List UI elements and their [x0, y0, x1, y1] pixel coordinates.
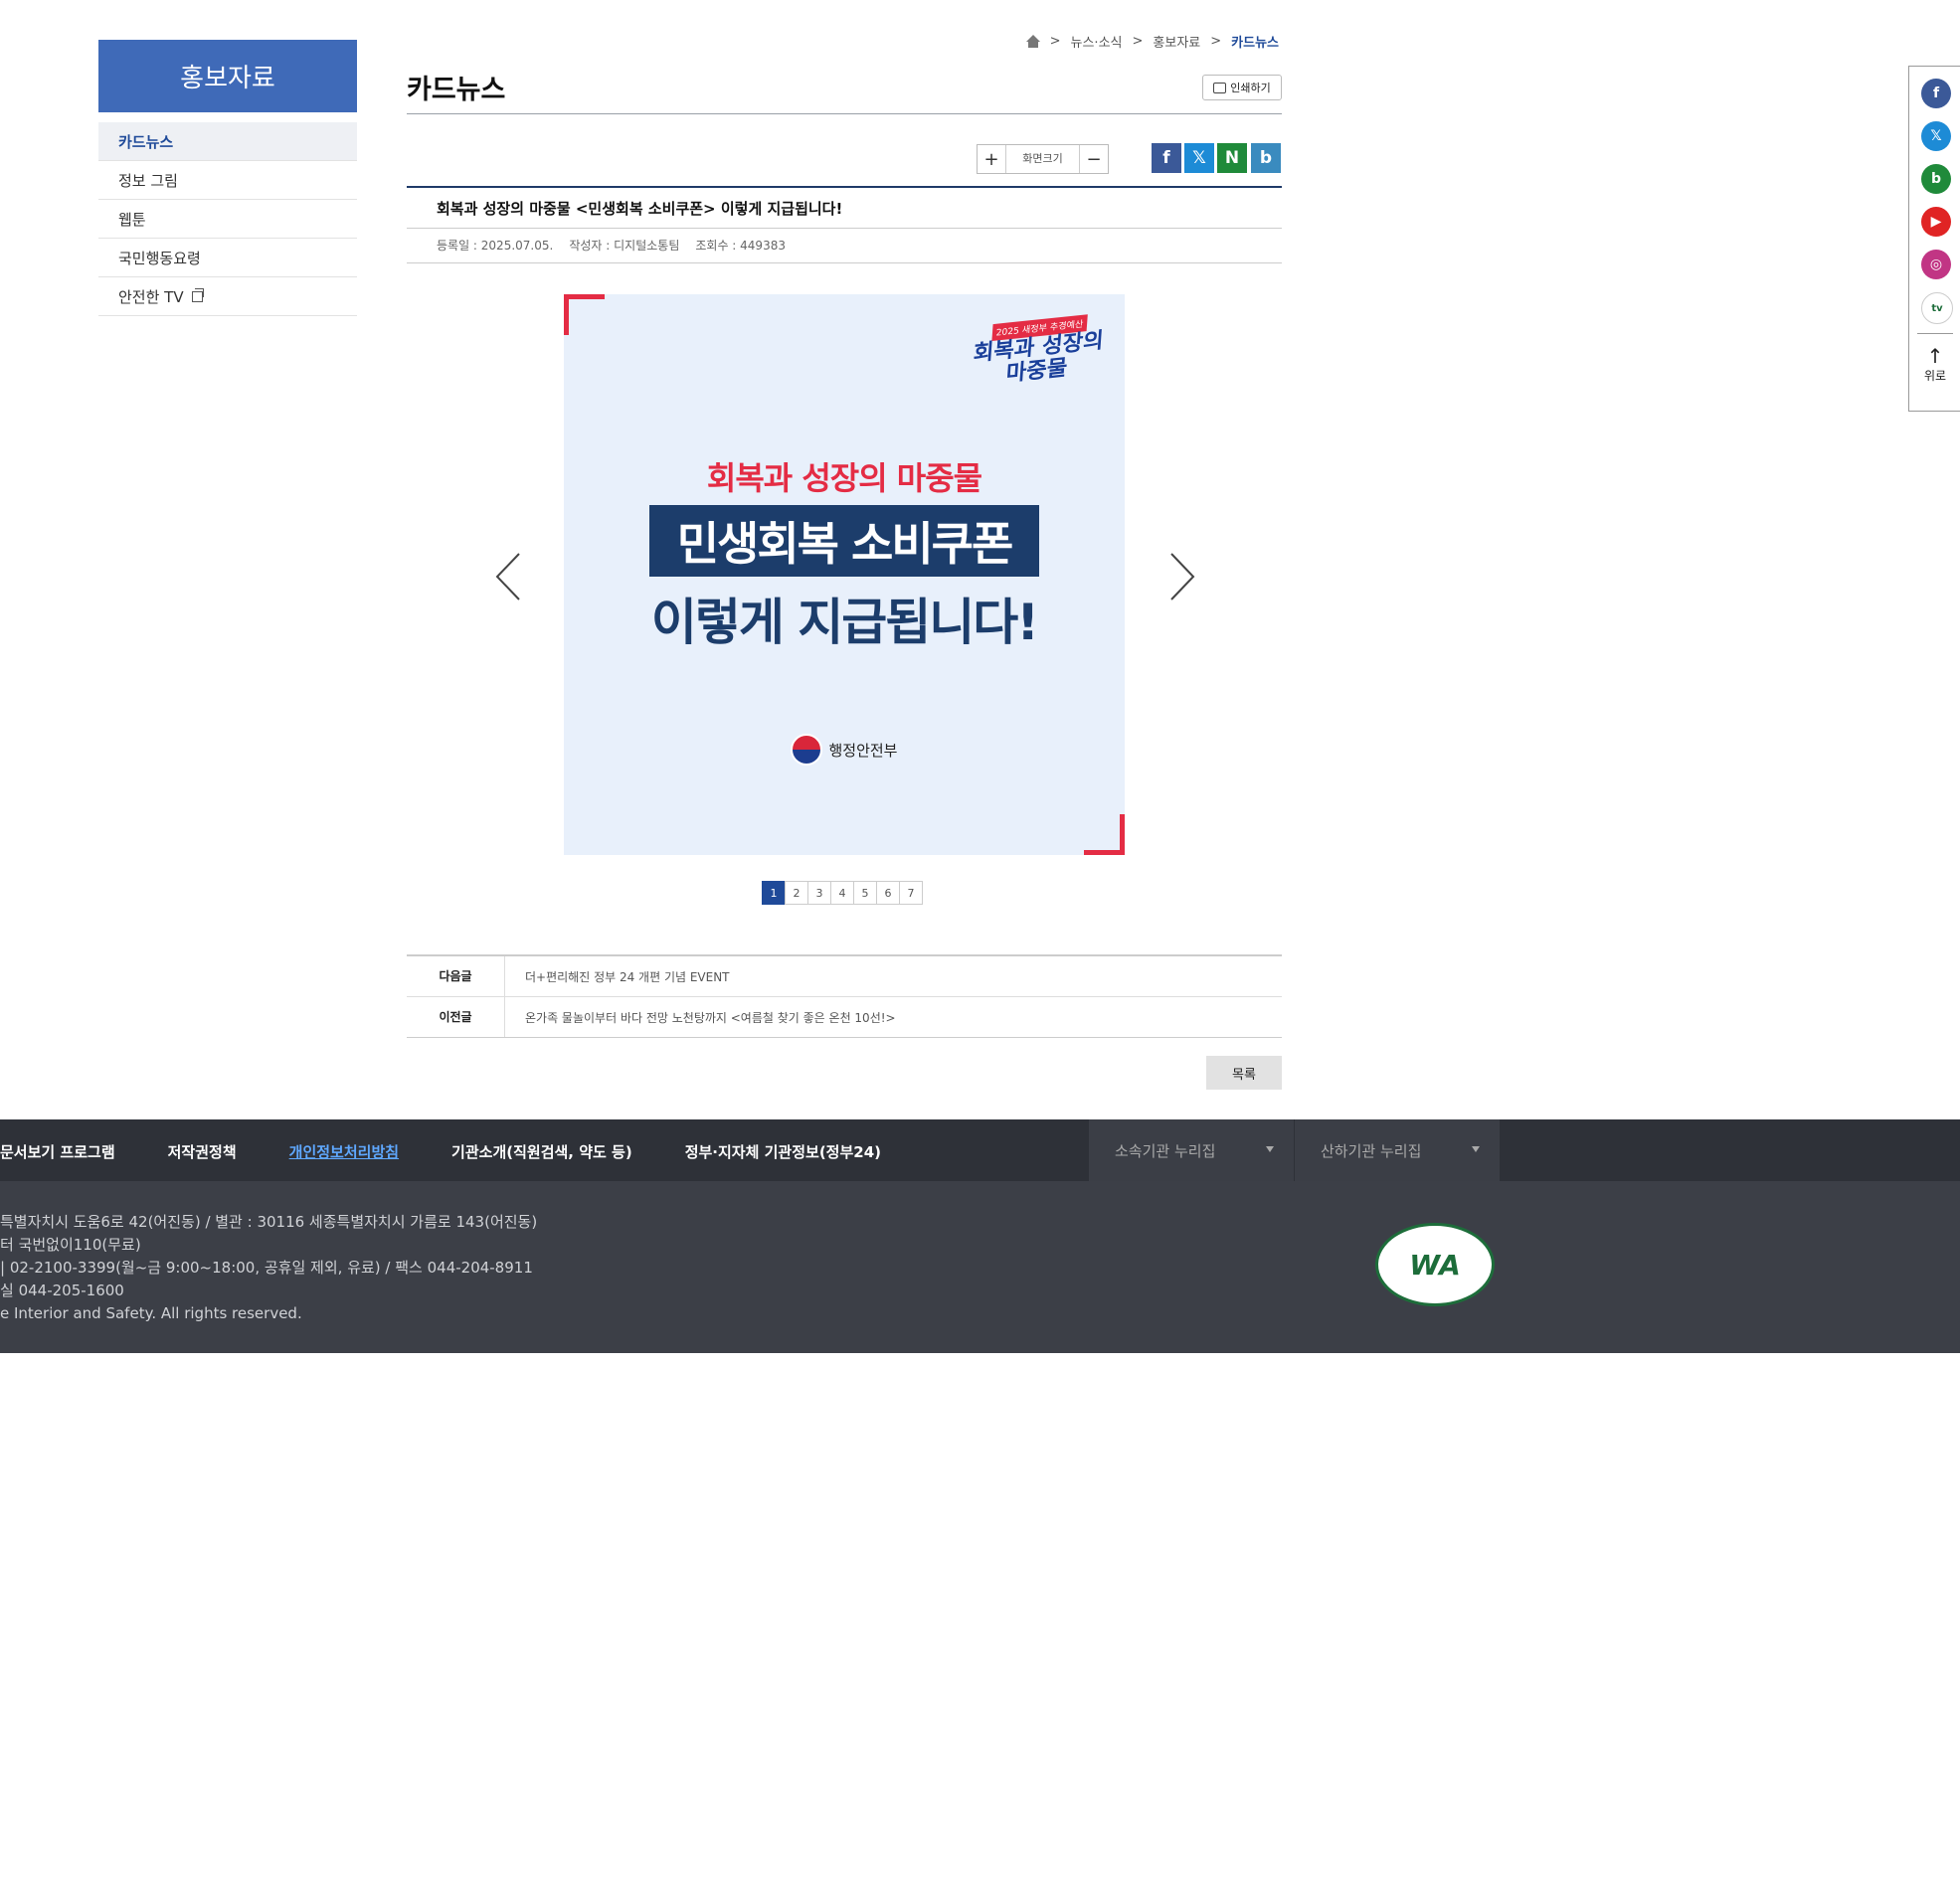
- page-button[interactable]: 5: [853, 881, 877, 905]
- footer-address-line: 실 044-205-1600: [0, 1282, 124, 1299]
- sidebar-item-infographic[interactable]: 정보 그림: [98, 161, 357, 200]
- chevron-down-icon: [1266, 1146, 1274, 1152]
- divider: [1917, 333, 1953, 334]
- sidebar-title: 홍보자료: [98, 40, 357, 112]
- footer-address: 특별자치시 도움6로 42(어진동) / 별관 : 30116 세종특별자치시 …: [0, 1211, 537, 1325]
- sidebar-item-guidelines[interactable]: 국민행동요령: [98, 239, 357, 277]
- footer-link[interactable]: 문서보기 프로그램: [0, 1141, 115, 1162]
- next-slide-icon[interactable]: [1165, 552, 1195, 601]
- affiliated-site-select[interactable]: 소속기관 누리집: [1089, 1119, 1294, 1181]
- breadcrumb-sep: >: [1210, 34, 1222, 49]
- sidebar-item-safety-tv[interactable]: 안전한 TV: [98, 277, 357, 316]
- footer-link[interactable]: 기관소개(직원검색, 약도 등): [451, 1141, 632, 1162]
- web-accessibility-mark-icon: WA: [1375, 1223, 1495, 1306]
- post-header: 회복과 성장의 마중물 <민생회복 소비쿠폰> 이렇게 지급됩니다!: [407, 186, 1282, 229]
- sidebar-menu: 카드뉴스 정보 그림 웹툰 국민행동요령 안전한 TV: [98, 122, 357, 316]
- zoom-in-button[interactable]: +: [978, 145, 1005, 173]
- zoom-out-button[interactable]: −: [1080, 145, 1108, 173]
- social-rail: f 𝕏 b ▶ ◎ tv ↑ 위로: [1908, 66, 1960, 412]
- home-icon[interactable]: [1025, 34, 1040, 49]
- footer-link[interactable]: 정부·지자체 기관정보(정부24): [685, 1141, 881, 1162]
- facebook-share-icon[interactable]: f: [1152, 143, 1181, 173]
- page-button[interactable]: 1: [762, 881, 786, 905]
- instagram-icon[interactable]: ◎: [1921, 250, 1951, 279]
- slide-pager: 1 2 3 4 5 6 7: [762, 881, 923, 905]
- corner-decoration: [1084, 814, 1125, 855]
- zoom-control: + 화면크기 −: [977, 144, 1109, 174]
- card-org: 행정안전부: [564, 734, 1125, 766]
- chevron-down-icon: [1472, 1146, 1480, 1152]
- youtube-icon[interactable]: ▶: [1921, 207, 1951, 237]
- footer-copyright: e Interior and Safety. All rights reserv…: [0, 1304, 302, 1322]
- sidebar-item-webtoon[interactable]: 웹툰: [98, 200, 357, 239]
- post-nav-table: 다음글 더+편리해진 정부 24 개편 기념 EVENT 이전글 온가족 물놀이…: [407, 954, 1282, 1038]
- list-button[interactable]: 목록: [1206, 1056, 1282, 1090]
- post-title: 회복과 성장의 마중물 <민생회복 소비쿠폰> 이렇게 지급됩니다!: [437, 199, 843, 218]
- card-news-image: 2025 새정부 추경예산 회복과 성장의 마중물 회복과 성장의 마중물 민생…: [564, 294, 1125, 855]
- scroll-top-label: 위로: [1923, 369, 1947, 383]
- safety-tv-icon[interactable]: tv: [1921, 292, 1953, 324]
- select-label: 산하기관 누리집: [1321, 1141, 1422, 1160]
- naver-share-icon[interactable]: N: [1217, 143, 1247, 173]
- sidebar-item-label: 국민행동요령: [118, 249, 201, 267]
- campaign-logo: 2025 새정부 추경예산 회복과 성장의 마중물: [971, 309, 1107, 390]
- breadcrumb-sep: >: [1049, 34, 1061, 49]
- next-post-link[interactable]: 더+편리해진 정부 24 개편 기념 EVENT: [505, 968, 730, 985]
- page-button[interactable]: 3: [807, 881, 831, 905]
- campaign-logo-main: 회복과 성장의 마중물: [972, 328, 1105, 387]
- prev-post-label: 이전글: [407, 997, 505, 1037]
- page-button[interactable]: 6: [876, 881, 900, 905]
- footer-address-line: | 02-2100-3399(월~금 9:00~18:00, 공휴일 제외, 유…: [0, 1259, 533, 1277]
- breadcrumb-sep: >: [1132, 34, 1144, 49]
- next-post-label: 다음글: [407, 956, 505, 996]
- arrow-up-icon: ↑: [1926, 344, 1944, 368]
- card-org-name: 행정안전부: [828, 741, 898, 760]
- divider: [407, 113, 1282, 114]
- prev-post-link[interactable]: 온가족 물놀이부터 바다 전망 노천탕까지 <여름철 찾기 좋은 온천 10선!…: [505, 1009, 896, 1026]
- sidebar-item-cardnews[interactable]: 카드뉴스: [98, 122, 357, 161]
- page-title: 카드뉴스: [407, 75, 506, 105]
- corner-decoration: [564, 294, 605, 335]
- print-button[interactable]: 인쇄하기: [1202, 75, 1282, 100]
- x-icon[interactable]: 𝕏: [1921, 121, 1951, 151]
- external-link-icon: [191, 287, 204, 302]
- select-label: 소속기관 누리집: [1115, 1141, 1216, 1160]
- footer-address-line: 터 국번없이110(무료): [0, 1236, 141, 1254]
- band-share-icon[interactable]: b: [1251, 143, 1281, 173]
- page-button[interactable]: 2: [785, 881, 808, 905]
- zoom-label: 화면크기: [1005, 145, 1080, 173]
- post-views: 조회수 : 449383: [695, 238, 786, 253]
- post-author: 작성자 : 디지털소통팀: [569, 238, 680, 253]
- prev-slide-icon[interactable]: [495, 552, 525, 601]
- footer-link-privacy[interactable]: 개인정보처리방침: [289, 1141, 399, 1162]
- prev-post-row: 이전글 온가족 물놀이부터 바다 전망 노천탕까지 <여름철 찾기 좋은 온천 …: [407, 996, 1282, 1037]
- printer-icon: [1213, 82, 1227, 93]
- subsidiary-site-select[interactable]: 산하기관 누리집: [1295, 1119, 1500, 1181]
- facebook-icon[interactable]: f: [1921, 79, 1951, 108]
- x-share-icon[interactable]: 𝕏: [1184, 143, 1214, 173]
- footer-link[interactable]: 저작권정책: [168, 1141, 237, 1162]
- footer-links: 문서보기 프로그램 저작권정책 개인정보처리방침 기관소개(직원검색, 약도 등…: [0, 1141, 934, 1162]
- breadcrumb-current[interactable]: 카드뉴스: [1231, 32, 1279, 51]
- blog-icon[interactable]: b: [1921, 164, 1951, 194]
- page-button[interactable]: 4: [830, 881, 854, 905]
- next-post-row: 다음글 더+편리해진 정부 24 개편 기념 EVENT: [407, 956, 1282, 996]
- sidebar-item-label: 안전한 TV: [118, 287, 184, 306]
- breadcrumb: > 뉴스·소식 > 홍보자료 > 카드뉴스: [1025, 32, 1279, 51]
- card-subtitle: 회복과 성장의 마중물: [706, 459, 982, 497]
- sidebar-item-label: 카드뉴스: [118, 132, 174, 151]
- breadcrumb-item[interactable]: 홍보자료: [1153, 32, 1200, 51]
- sidebar-item-label: 웹툰: [118, 210, 146, 229]
- card-headline: 이렇게 지급됩니다!: [650, 594, 1039, 651]
- government-emblem-icon: [791, 734, 823, 766]
- sidebar-item-label: 정보 그림: [118, 171, 178, 190]
- card-headline-box: 민생회복 소비쿠폰: [649, 505, 1039, 577]
- footer-address-line: 특별자치시 도움6로 42(어진동) / 별관 : 30116 세종특별자치시 …: [0, 1213, 538, 1231]
- post-date: 등록일 : 2025.07.05.: [437, 238, 554, 253]
- breadcrumb-item[interactable]: 뉴스·소식: [1071, 32, 1123, 51]
- post-meta: 등록일 : 2025.07.05. 작성자 : 디지털소통팀 조회수 : 449…: [407, 227, 1282, 263]
- scroll-top-button[interactable]: ↑ 위로: [1909, 345, 1960, 384]
- print-label: 인쇄하기: [1230, 82, 1271, 94]
- page-button[interactable]: 7: [899, 881, 923, 905]
